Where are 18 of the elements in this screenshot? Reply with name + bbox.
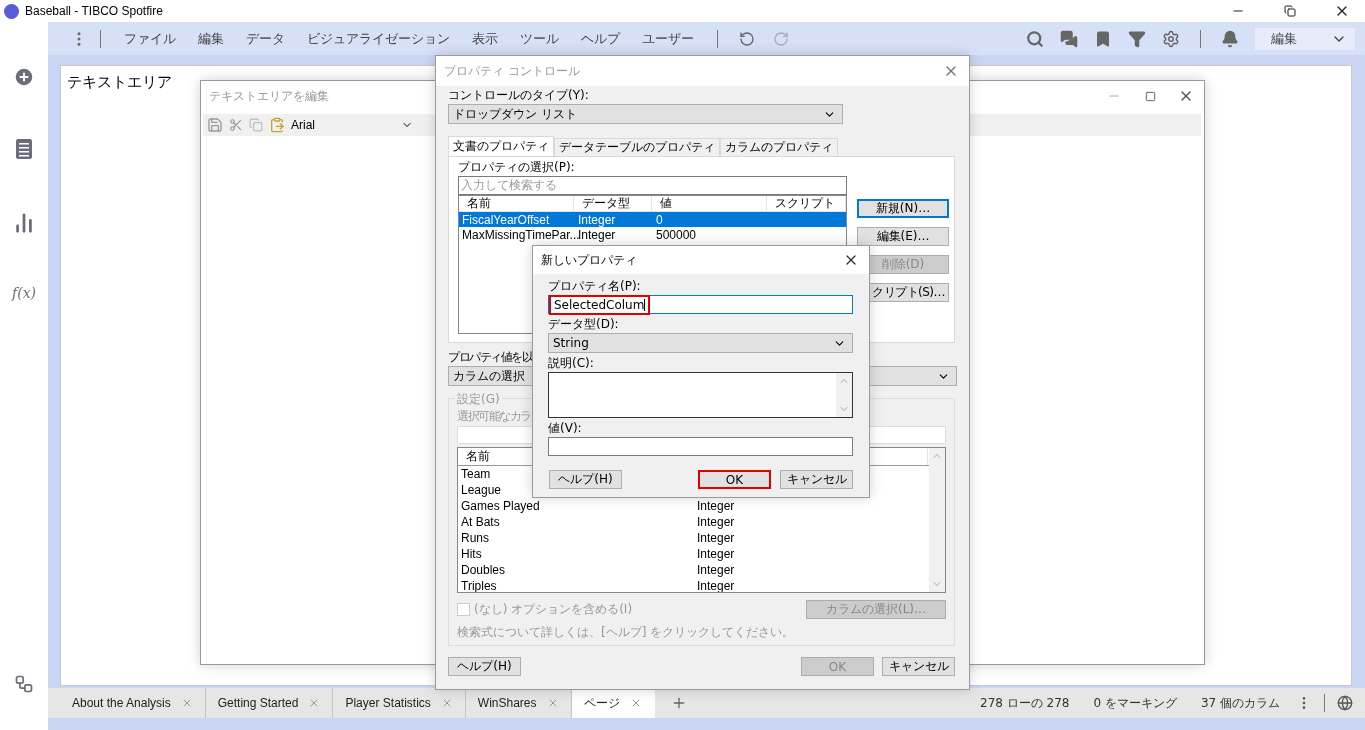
checkbox-label: (なし) オプションを含める(I) <box>474 603 633 616</box>
field-label: コントロールのタイプ(Y): <box>448 89 589 102</box>
dialog-title: 新しいプロパティ <box>541 251 637 269</box>
group-label: 設定(G) <box>455 391 502 408</box>
window-title: Baseball - TIBCO Spotfire <box>25 4 164 18</box>
dialog-title: プロパティ コントロール <box>444 62 580 80</box>
field-label: 説明(C): <box>548 357 594 370</box>
status-text: 278 ローの 278 <box>980 694 1070 712</box>
field-label: プロパティの選択(P): <box>458 161 575 174</box>
status-text: 0 をマーキング <box>1093 694 1177 712</box>
status-text: 37 個のカラム <box>1200 694 1280 712</box>
dialog-title: テキストエリアを編集 <box>209 87 329 105</box>
field-label: プロパティ名(P): <box>548 280 641 293</box>
hint-text: 検索式について詳しくは、[ヘルプ] をクリックしてください。 <box>457 626 795 639</box>
field-label: 選択可能なカラ <box>457 410 531 423</box>
field-label: データ型(D): <box>548 318 619 331</box>
panel-title: テキストエリア <box>67 73 172 91</box>
field-label: 値(V): <box>548 422 582 435</box>
